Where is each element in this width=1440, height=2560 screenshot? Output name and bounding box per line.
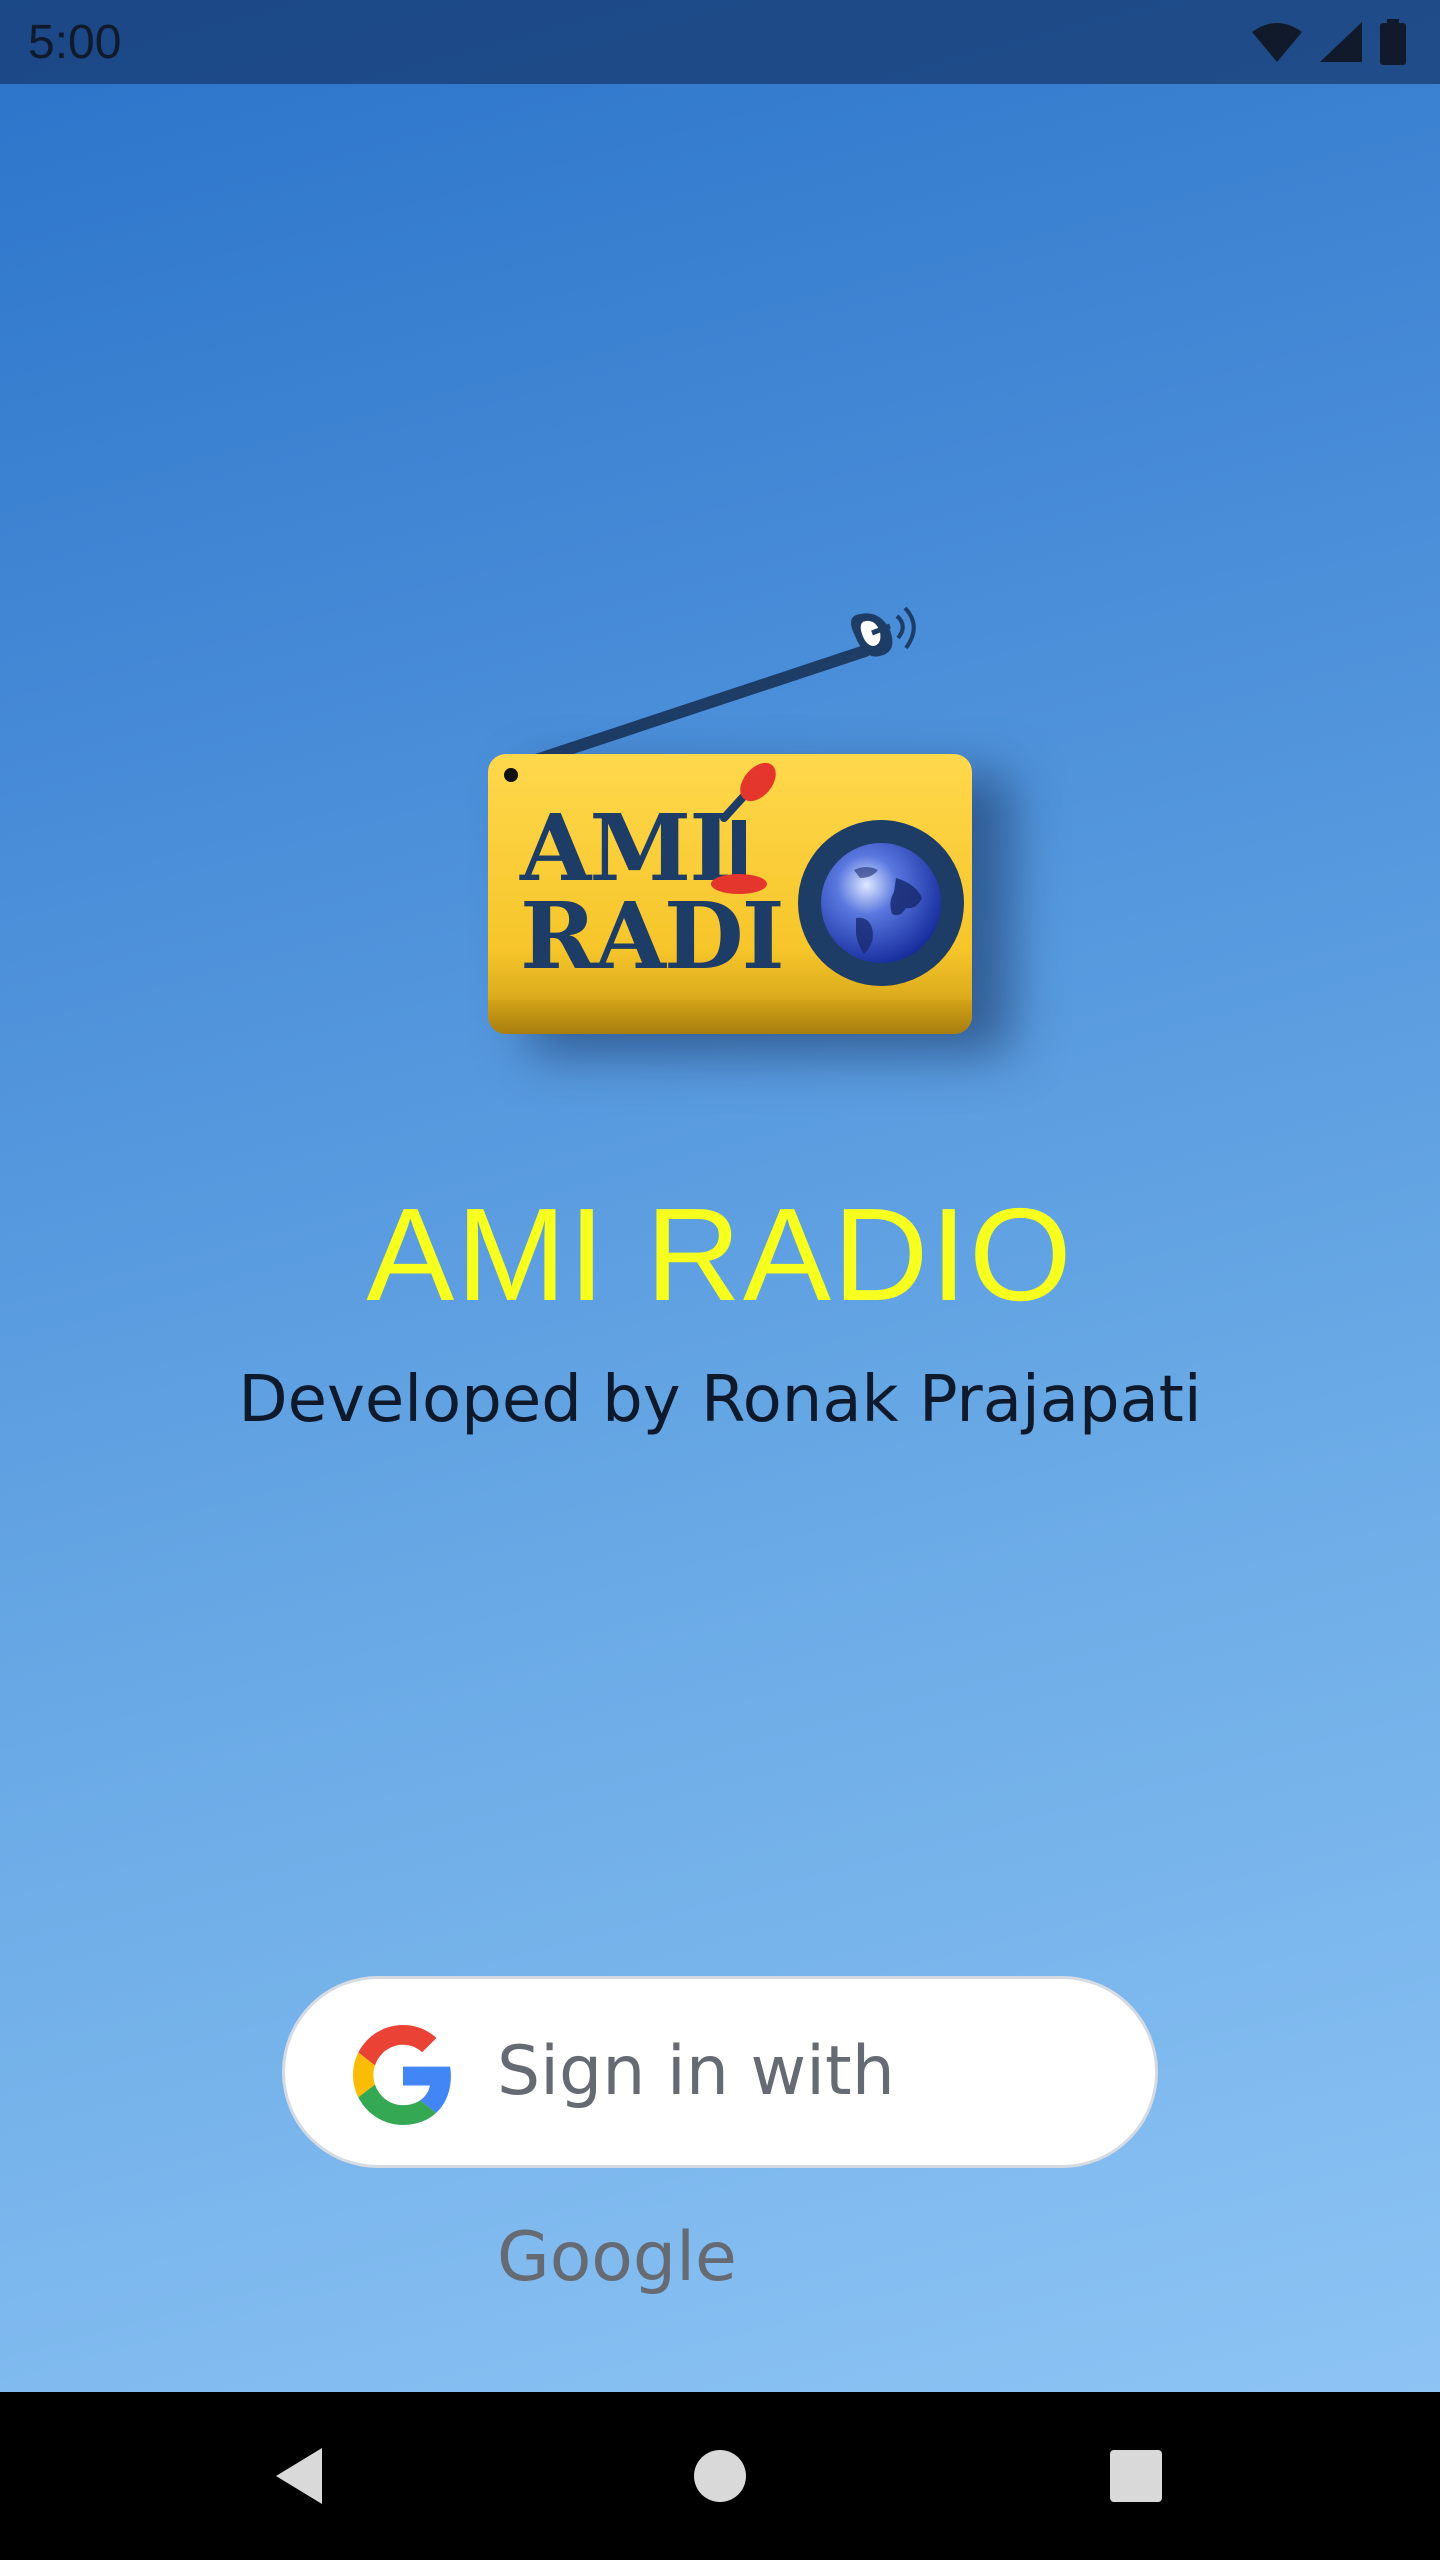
wifi-icon xyxy=(1250,20,1304,64)
navigation-bar xyxy=(0,2392,1440,2560)
google-g-icon xyxy=(353,2025,451,2125)
recents-icon xyxy=(1110,2450,1162,2502)
google-signin-label: Sign in with Google xyxy=(497,2032,895,2297)
logo-dot xyxy=(504,768,518,782)
home-button[interactable] xyxy=(636,2392,804,2560)
back-icon xyxy=(276,2448,322,2504)
battery-icon xyxy=(1378,19,1408,65)
cellular-signal-icon xyxy=(1318,20,1364,64)
home-icon xyxy=(694,2450,746,2502)
status-bar: 5:00 xyxy=(0,0,1440,84)
status-icons xyxy=(1250,19,1408,65)
app-logo: AMI RADI xyxy=(480,596,1040,1056)
globe-icon xyxy=(798,820,964,986)
google-signin-button[interactable]: Sign in with Google xyxy=(282,1976,1158,2297)
developer-credit: Developed by Ronak Prajapati xyxy=(238,1363,1202,1437)
recents-button[interactable] xyxy=(1052,2392,1220,2560)
app-title: AMI RADIO xyxy=(366,1181,1074,1328)
back-button[interactable] xyxy=(216,2392,384,2560)
tuning-knob-icon xyxy=(711,762,776,894)
status-time: 5:00 xyxy=(28,15,122,69)
